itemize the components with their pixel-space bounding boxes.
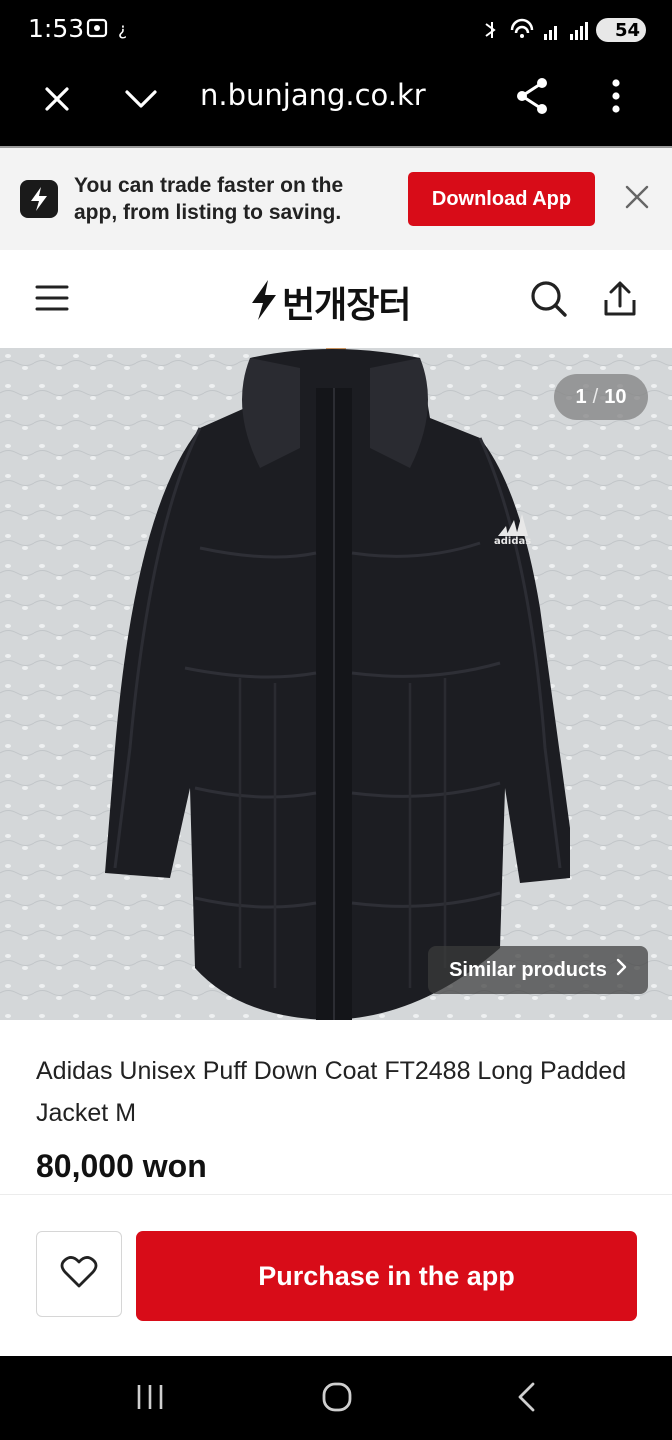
search-icon[interactable] (530, 280, 568, 318)
back-icon[interactable] (512, 1380, 540, 1414)
browser-toolbar: n.bunjang.co.kr (0, 60, 672, 146)
purchase-in-app-button[interactable]: Purchase in the app (136, 1231, 637, 1321)
image-counter: 1 / 10 (554, 374, 648, 420)
close-icon[interactable] (622, 182, 652, 212)
svg-text:¿: ¿ (118, 20, 127, 40)
url-field[interactable]: n.bunjang.co.kr (200, 78, 426, 112)
site-header: 번개장터 (0, 250, 672, 348)
similar-products-button[interactable]: Similar products (428, 946, 648, 994)
battery-indicator: 54 (596, 18, 646, 42)
lightning-icon (20, 180, 58, 218)
chevron-right-icon (615, 958, 627, 982)
more-icon[interactable] (604, 78, 628, 114)
product-title: Adidas Unisex Puff Down Coat FT2488 Long… (36, 1057, 627, 1127)
download-app-button[interactable]: Download App (408, 172, 595, 226)
status-bar: 1:53 ¿ 54 (0, 0, 672, 60)
status-time: 1:53 (28, 14, 85, 43)
image-counter-current: 1 (575, 385, 587, 408)
status-signal-icons (482, 18, 592, 47)
heart-icon (60, 1255, 98, 1294)
image-counter-total: 10 (604, 385, 627, 408)
home-icon[interactable] (320, 1380, 354, 1414)
wishlist-button[interactable] (36, 1231, 122, 1317)
svg-text:adidas: adidas (494, 536, 531, 547)
bottom-action-bar: Purchase in the app (0, 1194, 672, 1356)
menu-icon[interactable] (34, 282, 70, 314)
product-image[interactable]: adidas 1 / 10 Similar products (0, 348, 672, 1020)
lightning-icon (248, 278, 280, 327)
product-price: 80,000 won (36, 1148, 207, 1184)
site-logo[interactable]: 번개장터 (248, 276, 411, 328)
share-icon[interactable] (514, 76, 550, 116)
chevron-down-icon[interactable] (122, 84, 160, 114)
upload-icon[interactable] (602, 280, 638, 318)
system-navigation-bar (0, 1356, 672, 1440)
banner-message: You can trade faster on the app, from li… (74, 174, 344, 224)
site-logo-text: 번개장터 (282, 285, 411, 326)
app-download-banner: You can trade faster on the app, from li… (0, 146, 672, 250)
status-notification-icons: ¿ (86, 16, 134, 47)
image-counter-separator: / (592, 385, 599, 408)
close-icon[interactable] (40, 82, 74, 116)
recents-icon[interactable] (134, 1382, 166, 1412)
similar-products-label: Similar products (449, 958, 607, 981)
product-photo: adidas (0, 348, 672, 1020)
